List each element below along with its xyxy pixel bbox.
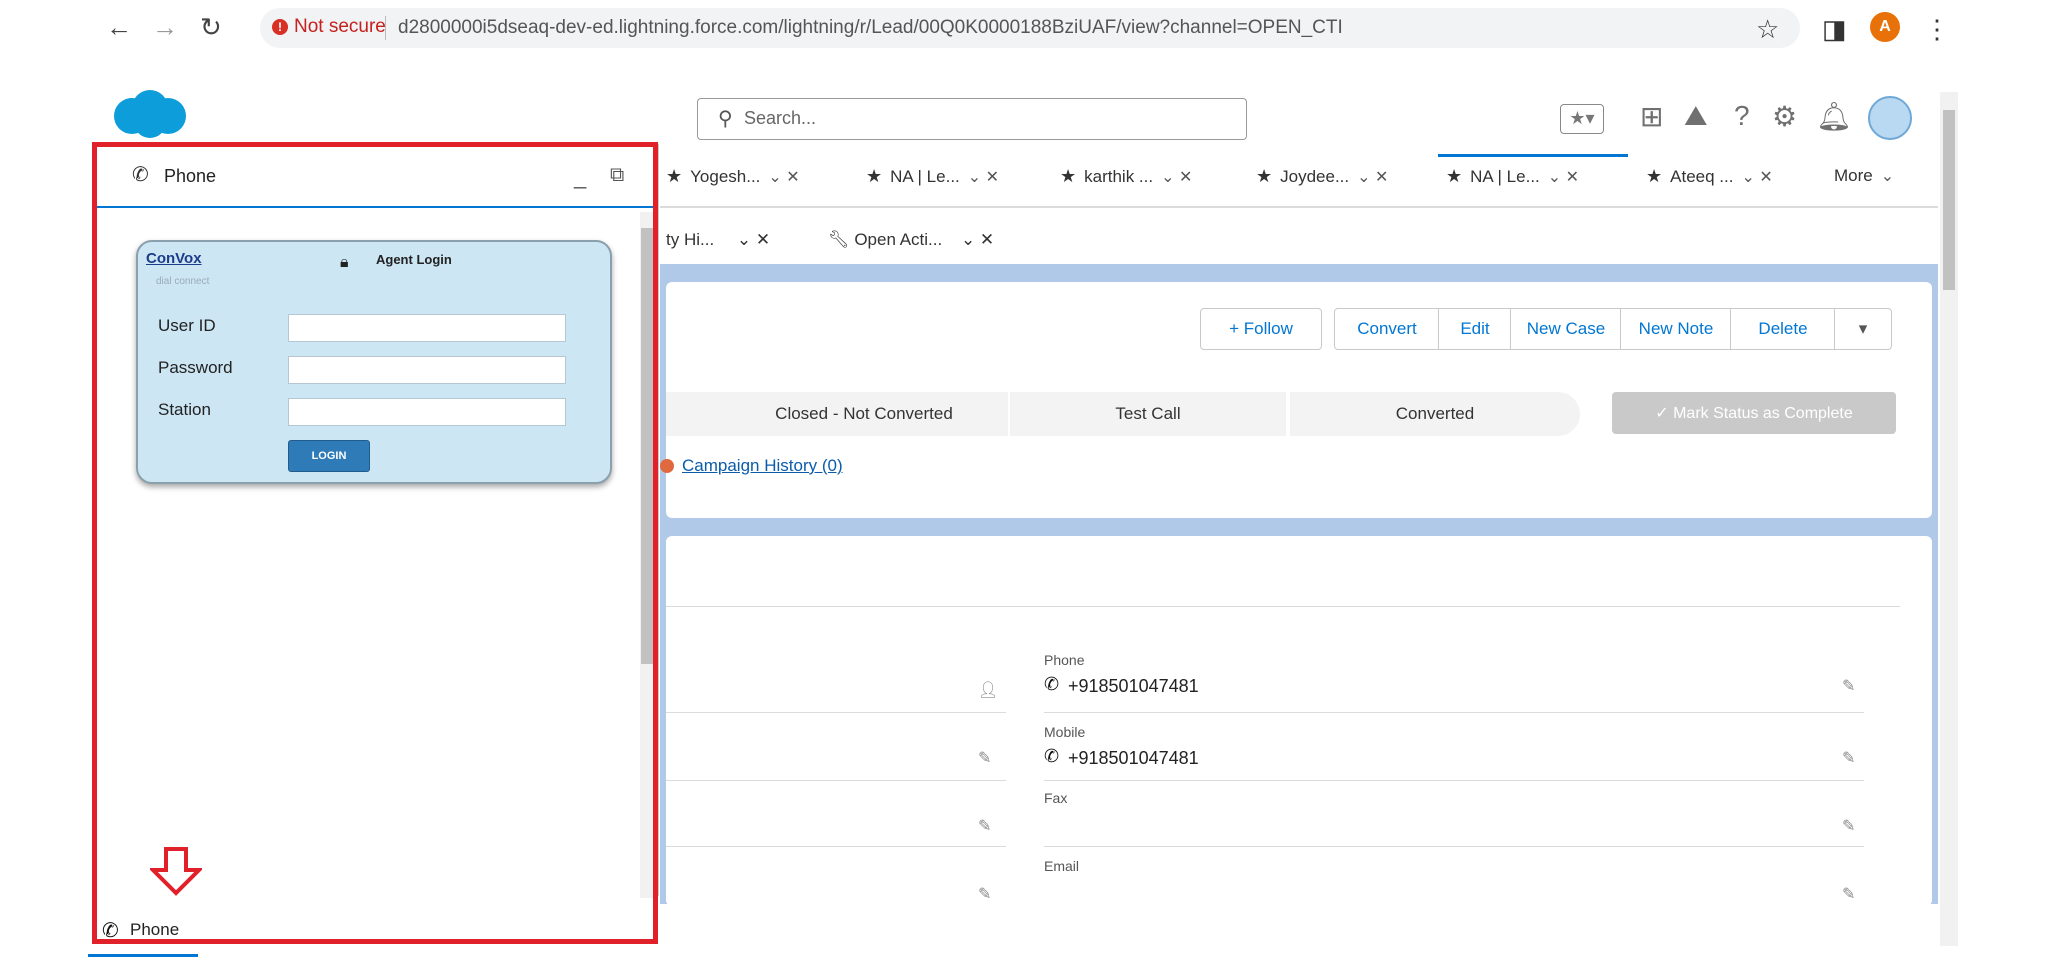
subtab[interactable]: ty Hi... ⌄ ✕ bbox=[666, 230, 770, 250]
more-tabs-button[interactable]: More ⌄ bbox=[1834, 166, 1894, 186]
follow-button[interactable]: + Follow bbox=[1200, 308, 1322, 350]
workspace-tab[interactable]: ★ Yogesh... ⌄ ✕ bbox=[666, 166, 800, 187]
workspace-tab-active[interactable]: ★ NA | Le... ⌄ ✕ bbox=[1446, 166, 1579, 187]
lead-icon: ★ bbox=[866, 166, 883, 186]
setup-gear-icon[interactable]: ⚙ bbox=[1772, 100, 1797, 133]
lead-icon: ★ bbox=[1256, 166, 1273, 186]
record-details-card bbox=[666, 536, 1932, 906]
new-note-button[interactable]: New Note bbox=[1620, 308, 1732, 350]
active-tab-indicator bbox=[1438, 154, 1628, 157]
path-step[interactable]: Closed - Not Converted bbox=[720, 392, 1008, 436]
edit-pencil-icon[interactable]: ✎ bbox=[978, 816, 991, 836]
path-step[interactable]: Converted bbox=[1290, 392, 1580, 436]
trailhead-icon[interactable]: ⛰ bbox=[1684, 100, 1708, 133]
click-to-dial-icon[interactable]: ✆ bbox=[1044, 746, 1059, 767]
salesforce-logo[interactable] bbox=[110, 88, 190, 140]
tab-controls[interactable]: ⌄ ✕ bbox=[1548, 167, 1579, 187]
field-divider bbox=[1044, 846, 1864, 847]
notifications-bell-icon[interactable]: 🔔︎ bbox=[1816, 100, 1852, 133]
field-divider bbox=[666, 846, 1006, 847]
delete-button[interactable]: Delete bbox=[1730, 308, 1836, 350]
favorites-button[interactable]: ★▾ bbox=[1560, 104, 1604, 134]
lead-icon: ★ bbox=[666, 166, 683, 186]
edit-pencil-icon[interactable]: ✎ bbox=[1842, 676, 1855, 696]
bookmark-star-icon[interactable]: ☆ bbox=[1756, 14, 1779, 45]
tab-controls[interactable]: ⌄ ✕ bbox=[1161, 167, 1192, 187]
side-panel-icon[interactable]: ◨ bbox=[1822, 14, 1847, 45]
field-divider bbox=[1044, 780, 1864, 781]
profile-avatar[interactable]: A bbox=[1870, 12, 1900, 42]
workspace-tab[interactable]: ★ NA | Le... ⌄ ✕ bbox=[866, 166, 999, 187]
edit-button[interactable]: Edit bbox=[1438, 308, 1512, 350]
mark-status-complete-button[interactable]: ✓ Mark Status as Complete bbox=[1612, 392, 1896, 434]
field-divider bbox=[666, 712, 1006, 713]
convert-button[interactable]: Convert bbox=[1334, 308, 1440, 350]
subtab[interactable]: 🔧︎ Open Acti... ⌄ ✕ bbox=[828, 230, 994, 250]
wrench-icon: 🔧︎ bbox=[828, 230, 850, 249]
tab-controls[interactable]: ⌄ ✕ bbox=[968, 167, 999, 187]
mobile-field-label: Mobile bbox=[1044, 724, 1086, 740]
campaign-history-link[interactable]: Campaign History (0) bbox=[682, 456, 843, 476]
campaign-icon bbox=[660, 459, 674, 473]
field-divider bbox=[1044, 712, 1864, 713]
edit-pencil-icon[interactable]: ✎ bbox=[978, 748, 991, 768]
url-text[interactable]: d2800000i5dseaq-dev-ed.lightning.force.c… bbox=[398, 17, 1343, 39]
click-to-dial-icon[interactable]: ✆ bbox=[1044, 674, 1059, 695]
chevron-down-icon: ⌄ bbox=[1880, 168, 1895, 185]
browser-menu-icon[interactable]: ⋮ bbox=[1924, 14, 1950, 45]
workspace-tab[interactable]: ★ Ateeq ... ⌄ ✕ bbox=[1646, 166, 1773, 187]
mobile-field-value[interactable]: +918501047481 bbox=[1068, 748, 1199, 769]
phone-field-label: Phone bbox=[1044, 652, 1085, 668]
path-step[interactable]: Test Call bbox=[1010, 392, 1286, 436]
reload-icon[interactable]: ↻ bbox=[200, 12, 222, 43]
search-icon: ⚲ bbox=[718, 108, 733, 130]
back-icon[interactable]: ← bbox=[106, 12, 132, 43]
lead-icon: ★ bbox=[1446, 166, 1463, 186]
subtab-controls[interactable]: ⌄ ✕ bbox=[961, 230, 994, 249]
more-actions-chevron-icon[interactable]: ▾ bbox=[1834, 308, 1892, 350]
not-secure-label: Not secure bbox=[294, 16, 386, 37]
workspace-tab[interactable]: ★ karthik ... ⌄ ✕ bbox=[1060, 166, 1192, 187]
fax-field-label: Fax bbox=[1044, 790, 1068, 806]
subtab-controls[interactable]: ⌄ ✕ bbox=[737, 230, 770, 249]
change-owner-icon[interactable]: 👤︎ bbox=[978, 680, 998, 700]
user-avatar[interactable] bbox=[1868, 96, 1912, 140]
edit-pencil-icon[interactable]: ✎ bbox=[1842, 748, 1855, 768]
help-icon[interactable]: ? bbox=[1734, 100, 1750, 132]
edit-pencil-icon[interactable]: ✎ bbox=[1842, 884, 1855, 904]
phone-field-value[interactable]: +918501047481 bbox=[1068, 676, 1199, 697]
tab-controls[interactable]: ⌄ ✕ bbox=[768, 167, 799, 187]
field-divider bbox=[666, 780, 1006, 781]
email-field-label: Email bbox=[1044, 858, 1080, 874]
lead-icon: ★ bbox=[1646, 166, 1663, 186]
url-divider bbox=[385, 16, 386, 40]
edit-pencil-icon[interactable]: ✎ bbox=[978, 884, 991, 904]
new-case-button[interactable]: New Case bbox=[1510, 308, 1622, 350]
down-arrow-icon bbox=[150, 847, 202, 896]
page-scrollbar-thumb[interactable] bbox=[1943, 110, 1955, 290]
workspace-tab[interactable]: ★ Joydee... ⌄ ✕ bbox=[1256, 166, 1388, 187]
security-indicator[interactable]: ! Not secure bbox=[272, 16, 386, 38]
search-placeholder: Search... bbox=[744, 108, 817, 128]
global-actions-icon[interactable]: ⊞ bbox=[1640, 100, 1663, 133]
highlight-box bbox=[92, 142, 658, 944]
section-divider bbox=[666, 606, 1900, 607]
warning-icon: ! bbox=[272, 19, 288, 35]
tab-controls[interactable]: ⌄ ✕ bbox=[1357, 167, 1388, 187]
lead-icon: ★ bbox=[1060, 166, 1077, 186]
tab-controls[interactable]: ⌄ ✕ bbox=[1741, 167, 1772, 187]
forward-icon[interactable]: → bbox=[152, 12, 178, 43]
edit-pencil-icon[interactable]: ✎ bbox=[1842, 816, 1855, 836]
